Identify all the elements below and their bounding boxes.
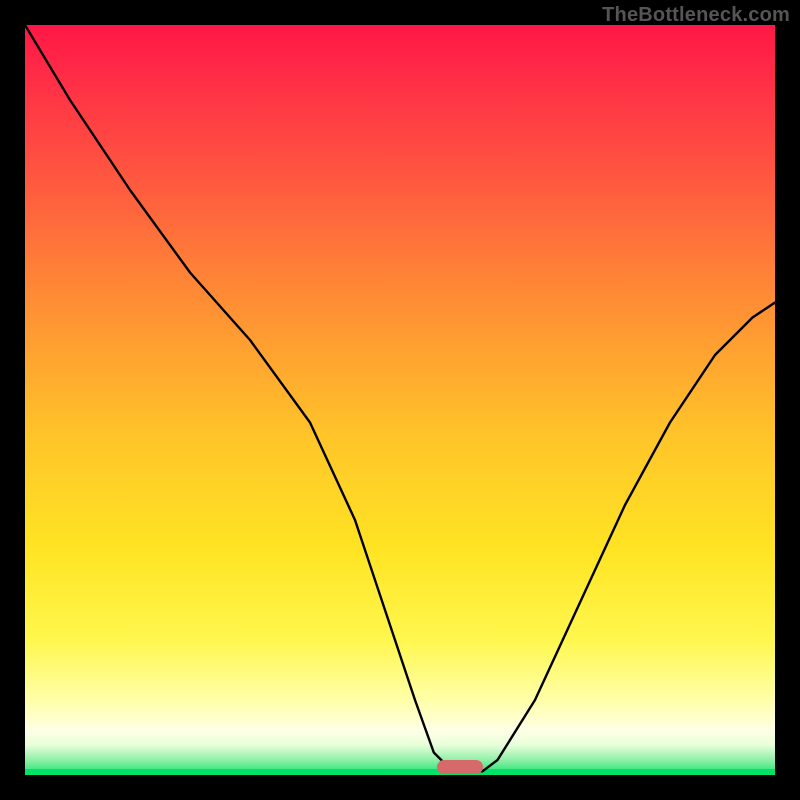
bottleneck-curve (25, 25, 775, 771)
watermark-text: TheBottleneck.com (602, 4, 790, 27)
optimal-marker (437, 760, 483, 774)
chart-frame: TheBottleneck.com (0, 0, 800, 800)
curve-svg (25, 25, 775, 775)
plot-area (25, 25, 775, 775)
